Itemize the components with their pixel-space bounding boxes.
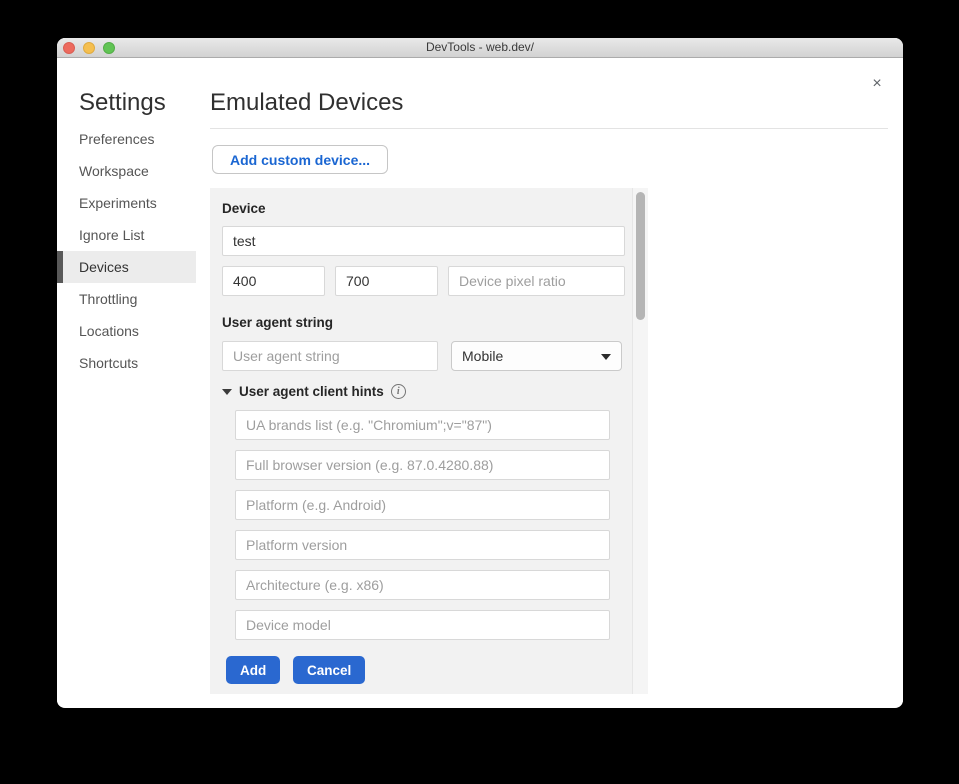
sidebar-item-shortcuts[interactable]: Shortcuts xyxy=(57,347,196,379)
close-icon[interactable]: × xyxy=(867,74,887,94)
scrollbar-thumb[interactable] xyxy=(636,192,645,320)
cancel-button[interactable]: Cancel xyxy=(293,656,365,684)
device-height-input[interactable] xyxy=(335,266,438,296)
page-title: Emulated Devices xyxy=(210,88,403,118)
custom-device-form: Device User agent string Mobile User age… xyxy=(210,188,648,694)
client-hints-label: User agent client hints xyxy=(239,384,384,399)
ua-type-selected-value: Mobile xyxy=(462,348,503,364)
device-width-input[interactable] xyxy=(222,266,325,296)
add-button[interactable]: Add xyxy=(226,656,280,684)
settings-heading: Settings xyxy=(79,88,166,118)
devtools-window: DevTools - web.dev/ Settings Preferences… xyxy=(57,38,903,708)
settings-dialog: Settings Preferences Workspace Experimen… xyxy=(57,58,903,707)
sidebar-item-devices[interactable]: Devices xyxy=(57,251,196,283)
traffic-light-close-icon[interactable] xyxy=(63,42,75,54)
platform-input[interactable] xyxy=(235,490,610,520)
traffic-light-minimize-icon[interactable] xyxy=(83,42,95,54)
disclosure-triangle-icon xyxy=(222,389,232,395)
ua-brands-input[interactable] xyxy=(235,410,610,440)
full-browser-version-input[interactable] xyxy=(235,450,610,480)
sidebar-item-throttling[interactable]: Throttling xyxy=(57,283,196,315)
sidebar-item-workspace[interactable]: Workspace xyxy=(57,155,196,187)
window-title: DevTools - web.dev/ xyxy=(57,38,903,57)
platform-version-input[interactable] xyxy=(235,530,610,560)
device-name-input[interactable] xyxy=(222,226,625,256)
user-agent-input[interactable] xyxy=(222,341,438,371)
titlebar[interactable]: DevTools - web.dev/ xyxy=(57,38,903,58)
form-scrollbar[interactable] xyxy=(632,188,648,694)
ua-section-label: User agent string xyxy=(222,315,333,330)
ua-type-select[interactable]: Mobile xyxy=(451,341,622,371)
add-custom-device-button[interactable]: Add custom device... xyxy=(212,145,388,174)
info-icon[interactable]: i xyxy=(391,384,406,399)
device-pixel-ratio-input[interactable] xyxy=(448,266,625,296)
sidebar-item-preferences[interactable]: Preferences xyxy=(57,123,196,155)
dropdown-arrow-icon xyxy=(601,354,611,360)
sidebar-item-locations[interactable]: Locations xyxy=(57,315,196,347)
sidebar-item-experiments[interactable]: Experiments xyxy=(57,187,196,219)
architecture-input[interactable] xyxy=(235,570,610,600)
settings-sidebar: Preferences Workspace Experiments Ignore… xyxy=(57,123,196,379)
client-hints-toggle[interactable]: User agent client hints i xyxy=(222,384,406,399)
sidebar-item-ignore-list[interactable]: Ignore List xyxy=(57,219,196,251)
device-section-label: Device xyxy=(222,201,266,216)
device-model-input[interactable] xyxy=(235,610,610,640)
traffic-light-zoom-icon[interactable] xyxy=(103,42,115,54)
title-divider xyxy=(210,128,888,129)
